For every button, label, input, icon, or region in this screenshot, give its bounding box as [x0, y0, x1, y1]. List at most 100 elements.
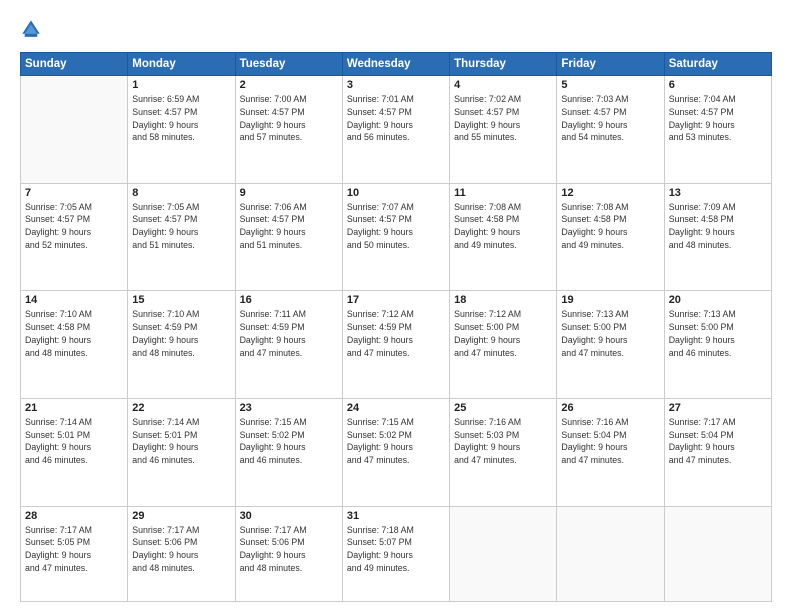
day-number: 29	[132, 510, 230, 522]
calendar-week-2: 7Sunrise: 7:05 AM Sunset: 4:57 PM Daylig…	[21, 183, 772, 291]
weekday-header-saturday: Saturday	[664, 53, 771, 76]
day-info: Sunrise: 7:14 AM Sunset: 5:01 PM Dayligh…	[132, 416, 230, 467]
day-info: Sunrise: 7:08 AM Sunset: 4:58 PM Dayligh…	[561, 201, 659, 252]
calendar-cell: 6 Sunrise: 7:04 AM Sunset: 4:57 PM Daylig…	[664, 76, 771, 184]
day-info: Sunrise: 7:03 AM Sunset: 4:57 PM Dayligh…	[561, 93, 659, 144]
day-info: Sunrise: 7:12 AM Sunset: 4:59 PM Dayligh…	[347, 308, 445, 359]
calendar-cell: 23 Sunrise: 7:15 AM Sunset: 5:02 PM Dayli…	[235, 398, 342, 506]
day-number: 17	[347, 294, 445, 306]
calendar-cell: 3 Sunrise: 7:01 AM Sunset: 4:57 PM Daylig…	[342, 76, 449, 184]
calendar-cell: 22 Sunrise: 7:14 AM Sunset: 5:01 PM Dayli…	[128, 398, 235, 506]
weekday-header-row: SundayMondayTuesdayWednesdayThursdayFrid…	[21, 53, 772, 76]
day-number: 7	[25, 187, 123, 199]
day-info: Sunrise: 7:06 AM Sunset: 4:57 PM Dayligh…	[240, 201, 338, 252]
day-number: 26	[561, 402, 659, 414]
header	[20, 18, 772, 40]
calendar-cell: 8Sunrise: 7:05 AM Sunset: 4:57 PM Daylig…	[128, 183, 235, 291]
weekday-header-friday: Friday	[557, 53, 664, 76]
calendar-cell: 18 Sunrise: 7:12 AM Sunset: 5:00 PM Dayli…	[450, 291, 557, 399]
day-number: 11	[454, 187, 552, 199]
calendar-cell: 21Sunrise: 7:14 AM Sunset: 5:01 PM Dayli…	[21, 398, 128, 506]
day-number: 23	[240, 402, 338, 414]
day-number: 1	[132, 79, 230, 91]
calendar-cell: 2 Sunrise: 7:00 AM Sunset: 4:57 PM Daylig…	[235, 76, 342, 184]
day-info: Sunrise: 7:16 AM Sunset: 5:03 PM Dayligh…	[454, 416, 552, 467]
calendar-cell: 13Sunrise: 7:09 AM Sunset: 4:58 PM Dayli…	[664, 183, 771, 291]
calendar-cell: 29 Sunrise: 7:17 AM Sunset: 5:06 PM Dayli…	[128, 506, 235, 601]
calendar-week-5: 28 Sunrise: 7:17 AM Sunset: 5:05 PM Dayli…	[21, 506, 772, 601]
day-number: 8	[132, 187, 230, 199]
day-info: Sunrise: 7:12 AM Sunset: 5:00 PM Dayligh…	[454, 308, 552, 359]
calendar-cell: 12 Sunrise: 7:08 AM Sunset: 4:58 PM Dayli…	[557, 183, 664, 291]
day-info: Sunrise: 7:13 AM Sunset: 5:00 PM Dayligh…	[669, 308, 767, 359]
calendar-cell: 17 Sunrise: 7:12 AM Sunset: 4:59 PM Dayli…	[342, 291, 449, 399]
day-info: Sunrise: 7:09 AM Sunset: 4:58 PM Dayligh…	[669, 201, 767, 252]
calendar-cell: 7Sunrise: 7:05 AM Sunset: 4:57 PM Daylig…	[21, 183, 128, 291]
day-info: Sunrise: 7:15 AM Sunset: 5:02 PM Dayligh…	[347, 416, 445, 467]
calendar-cell: 31 Sunrise: 7:18 AM Sunset: 5:07 PM Dayli…	[342, 506, 449, 601]
calendar-cell: 30 Sunrise: 7:17 AM Sunset: 5:06 PM Dayli…	[235, 506, 342, 601]
day-info: Sunrise: 7:10 AM Sunset: 4:59 PM Dayligh…	[132, 308, 230, 359]
day-info: Sunrise: 7:17 AM Sunset: 5:05 PM Dayligh…	[25, 524, 123, 575]
weekday-header-wednesday: Wednesday	[342, 53, 449, 76]
day-number: 2	[240, 79, 338, 91]
calendar-table: SundayMondayTuesdayWednesdayThursdayFrid…	[20, 52, 772, 602]
calendar-cell: 14 Sunrise: 7:10 AM Sunset: 4:58 PM Dayli…	[21, 291, 128, 399]
day-info: Sunrise: 7:11 AM Sunset: 4:59 PM Dayligh…	[240, 308, 338, 359]
day-info: Sunrise: 7:07 AM Sunset: 4:57 PM Dayligh…	[347, 201, 445, 252]
day-info: Sunrise: 7:17 AM Sunset: 5:06 PM Dayligh…	[240, 524, 338, 575]
day-number: 18	[454, 294, 552, 306]
day-info: Sunrise: 7:18 AM Sunset: 5:07 PM Dayligh…	[347, 524, 445, 575]
day-info: Sunrise: 6:59 AM Sunset: 4:57 PM Dayligh…	[132, 93, 230, 144]
day-info: Sunrise: 7:01 AM Sunset: 4:57 PM Dayligh…	[347, 93, 445, 144]
day-info: Sunrise: 7:08 AM Sunset: 4:58 PM Dayligh…	[454, 201, 552, 252]
calendar-cell: 1 Sunrise: 6:59 AM Sunset: 4:57 PM Daylig…	[128, 76, 235, 184]
calendar-cell	[664, 506, 771, 601]
day-number: 22	[132, 402, 230, 414]
day-number: 19	[561, 294, 659, 306]
calendar-week-1: 1 Sunrise: 6:59 AM Sunset: 4:57 PM Daylig…	[21, 76, 772, 184]
day-number: 5	[561, 79, 659, 91]
weekday-header-sunday: Sunday	[21, 53, 128, 76]
page: SundayMondayTuesdayWednesdayThursdayFrid…	[0, 0, 792, 612]
weekday-header-monday: Monday	[128, 53, 235, 76]
calendar-cell: 26 Sunrise: 7:16 AM Sunset: 5:04 PM Dayli…	[557, 398, 664, 506]
day-number: 30	[240, 510, 338, 522]
calendar-cell	[557, 506, 664, 601]
calendar-cell	[21, 76, 128, 184]
calendar-cell: 11 Sunrise: 7:08 AM Sunset: 4:58 PM Dayli…	[450, 183, 557, 291]
day-number: 27	[669, 402, 767, 414]
weekday-header-tuesday: Tuesday	[235, 53, 342, 76]
day-info: Sunrise: 7:17 AM Sunset: 5:04 PM Dayligh…	[669, 416, 767, 467]
calendar-cell: 25Sunrise: 7:16 AM Sunset: 5:03 PM Dayli…	[450, 398, 557, 506]
calendar-week-4: 21Sunrise: 7:14 AM Sunset: 5:01 PM Dayli…	[21, 398, 772, 506]
calendar-cell: 9Sunrise: 7:06 AM Sunset: 4:57 PM Daylig…	[235, 183, 342, 291]
day-number: 28	[25, 510, 123, 522]
calendar-cell: 24Sunrise: 7:15 AM Sunset: 5:02 PM Dayli…	[342, 398, 449, 506]
day-info: Sunrise: 7:17 AM Sunset: 5:06 PM Dayligh…	[132, 524, 230, 575]
weekday-header-thursday: Thursday	[450, 53, 557, 76]
day-number: 12	[561, 187, 659, 199]
day-number: 3	[347, 79, 445, 91]
calendar-cell: 15 Sunrise: 7:10 AM Sunset: 4:59 PM Dayli…	[128, 291, 235, 399]
day-info: Sunrise: 7:00 AM Sunset: 4:57 PM Dayligh…	[240, 93, 338, 144]
calendar-cell: 19Sunrise: 7:13 AM Sunset: 5:00 PM Dayli…	[557, 291, 664, 399]
day-number: 16	[240, 294, 338, 306]
day-info: Sunrise: 7:15 AM Sunset: 5:02 PM Dayligh…	[240, 416, 338, 467]
calendar-cell: 5 Sunrise: 7:03 AM Sunset: 4:57 PM Daylig…	[557, 76, 664, 184]
day-info: Sunrise: 7:04 AM Sunset: 4:57 PM Dayligh…	[669, 93, 767, 144]
calendar-cell: 16 Sunrise: 7:11 AM Sunset: 4:59 PM Dayli…	[235, 291, 342, 399]
day-number: 6	[669, 79, 767, 91]
day-info: Sunrise: 7:16 AM Sunset: 5:04 PM Dayligh…	[561, 416, 659, 467]
calendar-cell: 20Sunrise: 7:13 AM Sunset: 5:00 PM Dayli…	[664, 291, 771, 399]
day-number: 10	[347, 187, 445, 199]
day-number: 14	[25, 294, 123, 306]
day-number: 15	[132, 294, 230, 306]
calendar-cell: 28 Sunrise: 7:17 AM Sunset: 5:05 PM Dayli…	[21, 506, 128, 601]
day-info: Sunrise: 7:10 AM Sunset: 4:58 PM Dayligh…	[25, 308, 123, 359]
logo-icon	[20, 18, 42, 40]
day-number: 4	[454, 79, 552, 91]
calendar-cell: 27 Sunrise: 7:17 AM Sunset: 5:04 PM Dayli…	[664, 398, 771, 506]
day-info: Sunrise: 7:02 AM Sunset: 4:57 PM Dayligh…	[454, 93, 552, 144]
day-number: 31	[347, 510, 445, 522]
